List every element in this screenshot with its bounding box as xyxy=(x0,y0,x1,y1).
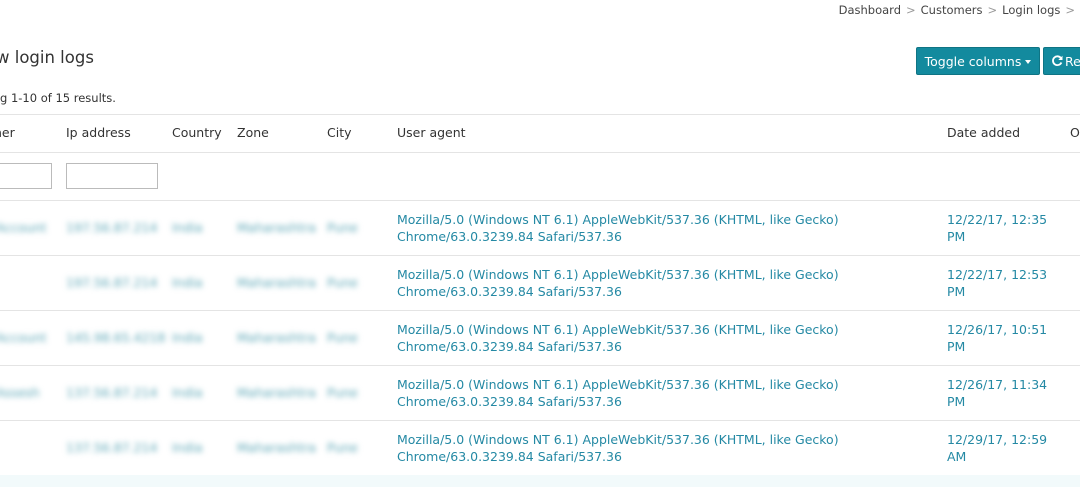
caret-down-icon xyxy=(1025,59,1032,64)
refresh-label: Re xyxy=(1065,53,1080,69)
date-added-line: PM xyxy=(947,284,966,299)
date-added-cell[interactable]: 12/22/17, 12:53 PM xyxy=(947,266,1057,300)
country-cell: India xyxy=(172,275,203,290)
user-agent-line: Chrome/63.0.3239.84 Safari/537.36 xyxy=(397,394,622,409)
user-agent-line: Chrome/63.0.3239.84 Safari/537.36 xyxy=(397,284,622,299)
breadcrumb-separator: > xyxy=(987,3,998,17)
customer-cell[interactable]: Account xyxy=(0,330,46,345)
breadcrumb-separator: > xyxy=(1065,3,1075,17)
user-agent-line: Chrome/63.0.3239.84 Safari/537.36 xyxy=(397,339,622,354)
ip-address-cell: 145.98.65.4218 xyxy=(66,330,166,345)
user-agent-line: Chrome/63.0.3239.84 Safari/537.36 xyxy=(397,229,622,244)
date-added-line: 12/26/17, 11:34 xyxy=(947,377,1048,392)
table-row: Assesh 137.56.87.214 India Maharashtra P… xyxy=(0,366,1080,421)
column-header-customer[interactable]: ner xyxy=(0,125,15,140)
date-added-line: 12/22/17, 12:53 xyxy=(947,267,1048,282)
date-added-line: PM xyxy=(947,339,966,354)
table-top-border xyxy=(0,114,1080,115)
column-header-date-added[interactable]: Date added xyxy=(947,125,1020,140)
date-added-line: AM xyxy=(947,449,967,464)
date-added-cell[interactable]: 12/26/17, 10:51 PM xyxy=(947,321,1057,355)
city-cell: Pune xyxy=(327,385,358,400)
user-agent-line: Mozilla/5.0 (Windows NT 6.1) AppleWebKit… xyxy=(397,267,839,282)
zone-cell: Maharashtra xyxy=(237,385,316,400)
date-added-line: PM xyxy=(947,229,966,244)
date-added-line: PM xyxy=(947,394,966,409)
breadcrumb-customers[interactable]: Customers xyxy=(921,3,983,17)
country-cell: India xyxy=(172,440,203,455)
refresh-icon xyxy=(1052,55,1063,66)
column-header-user-agent[interactable]: User agent xyxy=(397,125,466,140)
date-added-cell[interactable]: 12/26/17, 11:34 PM xyxy=(947,376,1057,410)
toggle-columns-label: Toggle columns xyxy=(924,53,1022,69)
ip-address-cell: 137.56.87.214 xyxy=(66,440,158,455)
refresh-button[interactable]: Re xyxy=(1043,47,1080,75)
zone-cell: Maharashtra xyxy=(237,220,316,235)
user-agent-line: Chrome/63.0.3239.84 Safari/537.36 xyxy=(397,449,622,464)
zone-cell: Maharashtra xyxy=(237,275,316,290)
city-cell: Pune xyxy=(327,330,358,345)
date-added-cell[interactable]: 12/22/17, 12:35 PM xyxy=(947,211,1057,245)
zone-cell: Maharashtra xyxy=(237,440,316,455)
ip-address-cell: 197.56.87.214 xyxy=(66,275,158,290)
user-agent-cell[interactable]: Mozilla/5.0 (Windows NT 6.1) AppleWebKit… xyxy=(397,321,839,355)
user-agent-line: Mozilla/5.0 (Windows NT 6.1) AppleWebKit… xyxy=(397,322,839,337)
zone-cell: Maharashtra xyxy=(237,330,316,345)
table-row: Account 145.98.65.4218 India Maharashtra… xyxy=(0,311,1080,366)
user-agent-line: Mozilla/5.0 (Windows NT 6.1) AppleWebKit… xyxy=(397,432,839,447)
city-cell: Pune xyxy=(327,220,358,235)
user-agent-cell[interactable]: Mozilla/5.0 (Windows NT 6.1) AppleWebKit… xyxy=(397,211,839,245)
user-agent-cell[interactable]: Mozilla/5.0 (Windows NT 6.1) AppleWebKit… xyxy=(397,376,839,410)
column-header-zone[interactable]: Zone xyxy=(237,125,269,140)
user-agent-cell[interactable]: Mozilla/5.0 (Windows NT 6.1) AppleWebKit… xyxy=(397,431,839,465)
date-added-line: 12/22/17, 12:35 xyxy=(947,212,1048,227)
column-header-city[interactable]: City xyxy=(327,125,352,140)
ip-address-cell: 197.56.87.214 xyxy=(66,220,158,235)
table-row: 197.56.87.214 India Maharashtra Pune Moz… xyxy=(0,256,1080,311)
country-cell: India xyxy=(172,330,203,345)
column-header-country[interactable]: Country xyxy=(172,125,222,140)
ip-address-filter-input[interactable] xyxy=(66,163,158,189)
date-added-line: 12/29/17, 12:59 xyxy=(947,432,1048,447)
user-agent-line: Mozilla/5.0 (Windows NT 6.1) AppleWebKit… xyxy=(397,212,839,227)
breadcrumb-dashboard[interactable]: Dashboard xyxy=(839,3,901,17)
page-title: w login logs xyxy=(0,48,94,67)
ip-address-cell: 137.56.87.214 xyxy=(66,385,158,400)
table-row: Account 197.56.87.214 India Maharashtra … xyxy=(0,201,1080,256)
toggle-columns-button[interactable]: Toggle columns xyxy=(916,47,1040,75)
header-divider xyxy=(0,152,1080,153)
city-cell: Pune xyxy=(327,275,358,290)
next-row-background xyxy=(0,475,1080,487)
column-header-ip-address[interactable]: Ip address xyxy=(66,125,131,140)
user-agent-line: Mozilla/5.0 (Windows NT 6.1) AppleWebKit… xyxy=(397,377,839,392)
country-cell: India xyxy=(172,220,203,235)
breadcrumb-separator: > xyxy=(906,3,916,17)
customer-cell[interactable]: Account xyxy=(0,220,46,235)
breadcrumb: Dashboard > Customers > Login logs > xyxy=(839,3,1080,17)
date-added-cell[interactable]: 12/29/17, 12:59 AM xyxy=(947,431,1057,465)
customer-filter-input[interactable] xyxy=(0,163,52,189)
table-row: 137.56.87.214 India Maharashtra Pune Moz… xyxy=(0,421,1080,476)
results-summary: g 1-10 of 15 results. xyxy=(0,91,116,105)
country-cell: India xyxy=(172,385,203,400)
city-cell: Pune xyxy=(327,440,358,455)
user-agent-cell[interactable]: Mozilla/5.0 (Windows NT 6.1) AppleWebKit… xyxy=(397,266,839,300)
column-header-other[interactable]: O xyxy=(1070,125,1080,140)
customer-cell[interactable]: Assesh xyxy=(0,385,40,400)
date-added-line: 12/26/17, 10:51 xyxy=(947,322,1048,337)
breadcrumb-login-logs[interactable]: Login logs xyxy=(1002,3,1060,17)
